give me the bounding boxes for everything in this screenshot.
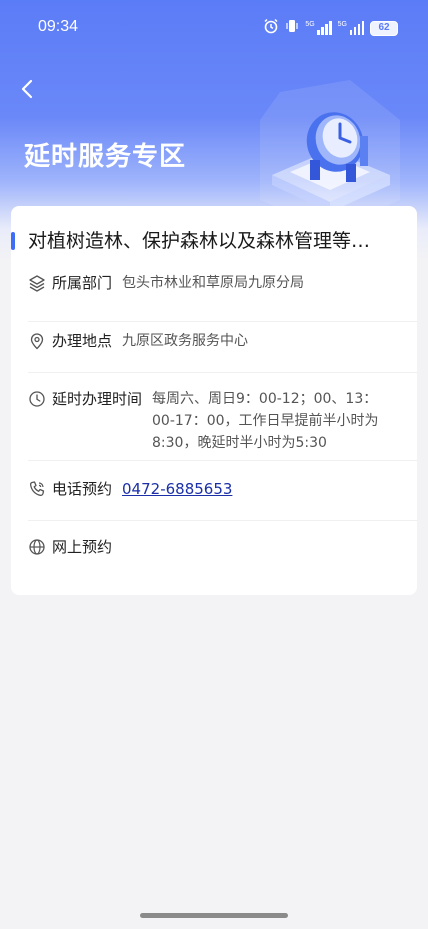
cellular-signal-icon: 5G xyxy=(305,21,332,35)
cellular-signal-icon-2: 5G xyxy=(338,21,364,35)
department-value: 包头市林业和草原局九原分局 xyxy=(122,275,305,291)
row-extended-hours: 延时办理时间 每周六、周日9：00-12；00、13：00-17：00，工作日早… xyxy=(28,388,417,461)
layers-icon xyxy=(28,274,46,292)
row-phone: 电话预约 0472-6885653 xyxy=(28,478,417,521)
globe-icon xyxy=(28,538,46,556)
title-accent-bar xyxy=(11,232,15,250)
alarm-icon xyxy=(263,18,279,38)
extended-hours-value: 每周六、周日9：00-12；00、13：00-17：00，工作日早提前半小时为8… xyxy=(152,391,379,451)
status-bar: 09:34 5G 5G 62 xyxy=(0,0,428,56)
home-indicator[interactable] xyxy=(140,913,288,918)
phone-label: 电话预约 xyxy=(52,480,113,498)
location-value: 九原区政务服务中心 xyxy=(122,333,249,349)
back-button[interactable] xyxy=(14,76,40,102)
battery-indicator: 62 xyxy=(370,20,398,36)
department-label: 所属部门 xyxy=(52,274,113,292)
service-title: 对植树造林、保护森林以及森林管理等… xyxy=(28,230,371,252)
status-time: 09:34 xyxy=(38,18,79,35)
service-title-row: 对植树造林、保护森林以及森林管理等… xyxy=(11,206,417,272)
row-online-booking[interactable]: 网上预约 xyxy=(28,536,417,586)
extended-hours-label: 延时办理时间 xyxy=(52,390,143,408)
online-booking-label: 网上预约 xyxy=(52,538,113,556)
phone-number-link[interactable]: 0472-6885653 xyxy=(122,478,232,500)
service-card: 对植树造林、保护森林以及森林管理等… 所属部门 包头市林业和草原局九原分局 办理… xyxy=(11,206,417,595)
row-location: 办理地点 九原区政务服务中心 xyxy=(28,330,417,373)
status-icons: 5G 5G 62 xyxy=(263,18,398,38)
row-department: 所属部门 包头市林业和草原局九原分局 xyxy=(28,272,417,322)
vibrate-icon xyxy=(285,18,299,38)
chevron-left-icon xyxy=(21,79,33,99)
page-title: 延时服务专区 xyxy=(24,142,187,172)
clock-icon xyxy=(28,390,46,408)
network-type-label-2: 5G xyxy=(337,21,347,28)
network-type-label: 5G xyxy=(305,21,315,28)
phone-icon xyxy=(28,480,46,498)
location-label: 办理地点 xyxy=(52,332,113,350)
location-pin-icon xyxy=(28,332,46,350)
